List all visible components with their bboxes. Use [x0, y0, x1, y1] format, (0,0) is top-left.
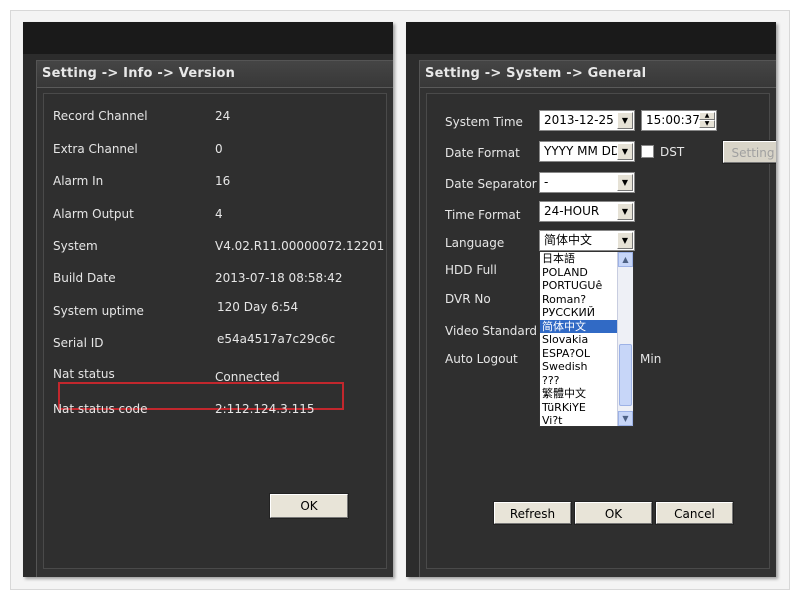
language-options: 日本語 POLAND PORTUGUê Roman? РУССКИЙ 简体中文 Slovak… — [540, 252, 618, 426]
nat-status-value: Connected — [215, 370, 280, 384]
language-dropdown-list[interactable]: 日本語 POLAND PORTUGUê Roman? РУССКИЙ 简体中文 Slovak… — [539, 251, 634, 427]
system-date-value: 2013-12-25 — [544, 113, 614, 127]
top-bar — [23, 22, 393, 54]
language-option[interactable]: Swedish — [540, 360, 618, 374]
time-format-select[interactable]: 24-HOUR ▼ — [539, 201, 635, 222]
auto-logout-label: Auto Logout — [445, 352, 518, 366]
language-option[interactable]: PORTUGUê — [540, 279, 618, 293]
chevron-down-icon[interactable]: ▼ — [617, 112, 633, 129]
date-format-select[interactable]: YYYY MM DD ▼ — [539, 141, 635, 162]
system-time-value: 15:00:37 — [646, 113, 700, 127]
dst-setting-button[interactable]: Setting — [722, 140, 776, 164]
language-label: Language — [445, 236, 505, 250]
spin-up-icon[interactable]: ▲ — [699, 112, 715, 120]
language-option[interactable]: 繁體中文 — [540, 387, 618, 401]
hdd-full-label: HDD Full — [445, 263, 497, 277]
scroll-up-icon[interactable]: ▲ — [618, 252, 633, 267]
time-spinner[interactable]: ▲ ▼ — [699, 112, 715, 129]
language-option[interactable]: ESPA?OL — [540, 347, 618, 361]
chevron-down-icon[interactable]: ▼ — [617, 203, 633, 220]
title-bar: Setting -> System -> General — [420, 61, 776, 88]
date-separator-value: - — [544, 175, 549, 189]
language-select[interactable]: 简体中文 ▼ — [539, 230, 635, 251]
build-date-label: Build Date — [53, 271, 116, 285]
refresh-button[interactable]: Refresh — [493, 501, 572, 525]
extra-channel-value: 0 — [215, 142, 223, 156]
language-option[interactable]: ??? — [540, 374, 618, 388]
build-date-value: 2013-07-18 08:58:42 — [215, 271, 343, 285]
system-time-label: System Time — [445, 115, 523, 129]
version-info-window: Setting -> Info -> Version Record Channe… — [36, 60, 393, 577]
cancel-button[interactable]: Cancel — [655, 501, 734, 525]
date-format-value: YYYY MM DD — [544, 144, 621, 158]
language-option[interactable]: TüRKiYE — [540, 401, 618, 415]
ok-button[interactable]: OK — [574, 501, 653, 525]
language-option[interactable]: Vi?t — [540, 414, 618, 426]
general-settings-screenshot: Setting -> System -> General System Time… — [406, 22, 776, 577]
spin-down-icon[interactable]: ▼ — [699, 120, 715, 128]
serial-id-value: e54a4517a7c29c6c — [217, 332, 336, 346]
serial-id-label: Serial ID — [53, 336, 104, 350]
alarm-output-label: Alarm Output — [53, 207, 134, 221]
nat-status-code-value: 2:112.124.3.115 — [215, 402, 315, 416]
alarm-output-value: 4 — [215, 207, 223, 221]
system-time-input[interactable]: 15:00:37 ▲ ▼ — [641, 110, 717, 131]
general-settings-window: Setting -> System -> General System Time… — [419, 60, 776, 577]
date-separator-label: Date Separator — [445, 177, 537, 191]
record-channel-label: Record Channel — [53, 109, 148, 123]
ok-button[interactable]: OK — [269, 493, 349, 519]
top-bar — [406, 22, 776, 54]
time-format-label: Time Format — [445, 208, 521, 222]
nat-status-code-label: Nat status code — [53, 402, 148, 416]
chevron-down-icon[interactable]: ▼ — [617, 143, 633, 160]
scroll-down-icon[interactable]: ▼ — [618, 411, 633, 426]
version-info-panel: Record Channel 24 Extra Channel 0 Alarm … — [43, 93, 387, 569]
auto-logout-unit: Min — [640, 352, 662, 366]
scroll-thumb[interactable] — [619, 344, 632, 406]
nat-status-label: Nat status — [53, 367, 115, 381]
title-bar: Setting -> Info -> Version — [37, 61, 393, 88]
window-title: Setting -> Info -> Version — [42, 66, 236, 81]
language-option[interactable]: POLAND — [540, 266, 618, 280]
record-channel-value: 24 — [215, 109, 231, 123]
date-format-label: Date Format — [445, 146, 520, 160]
dropdown-scrollbar[interactable]: ▲ ▼ — [617, 252, 633, 426]
extra-channel-label: Extra Channel — [53, 142, 138, 156]
language-option[interactable]: Slovakia — [540, 333, 618, 347]
dvr-no-label: DVR No — [445, 292, 491, 306]
language-option[interactable]: Roman? — [540, 293, 618, 307]
system-value: V4.02.R11.00000072.12201 — [215, 239, 385, 253]
version-info-screenshot: Setting -> Info -> Version Record Channe… — [23, 22, 393, 577]
date-separator-select[interactable]: - ▼ — [539, 172, 635, 193]
chevron-down-icon[interactable]: ▼ — [617, 232, 633, 249]
language-value: 简体中文 — [544, 233, 593, 247]
system-uptime-value: 120 Day 6:54 — [217, 300, 299, 314]
language-option[interactable]: 日本語 — [540, 252, 618, 266]
chevron-down-icon[interactable]: ▼ — [617, 174, 633, 191]
system-date-select[interactable]: 2013-12-25 ▼ — [539, 110, 635, 131]
system-label: System — [53, 239, 98, 253]
alarm-in-label: Alarm In — [53, 174, 104, 188]
time-format-value: 24-HOUR — [544, 204, 600, 218]
dst-label: DST — [660, 145, 685, 159]
alarm-in-value: 16 — [215, 174, 231, 188]
language-option[interactable]: 简体中文 — [540, 319, 618, 333]
window-title: Setting -> System -> General — [425, 66, 647, 81]
dst-checkbox[interactable] — [641, 145, 654, 158]
language-option[interactable]: РУССКИЙ — [540, 306, 618, 320]
general-settings-panel: System Time 2013-12-25 ▼ 15:00:37 ▲ ▼ Da… — [426, 93, 776, 569]
video-standard-label: Video Standard — [445, 324, 538, 338]
system-uptime-label: System uptime — [53, 304, 144, 318]
